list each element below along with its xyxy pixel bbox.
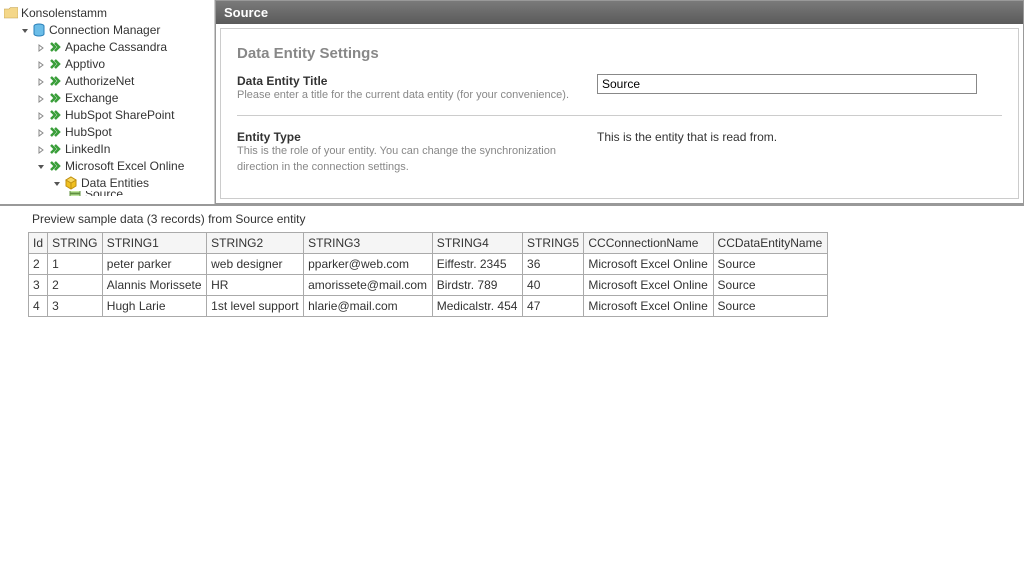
- table-cell: 47: [523, 296, 584, 317]
- tree-connector-label: HubSpot: [65, 125, 112, 139]
- tree-root[interactable]: Konsolenstamm: [4, 4, 214, 21]
- table-header-cell[interactable]: STRING1: [102, 233, 206, 254]
- connector-icon: [48, 91, 62, 105]
- tree-connector-item[interactable]: Apptivo: [4, 55, 214, 72]
- table-row[interactable]: 21peter parkerweb designerpparker@web.co…: [29, 254, 828, 275]
- table-header-cell[interactable]: CCConnectionName: [584, 233, 713, 254]
- chevron-down-icon[interactable]: [52, 178, 62, 188]
- tree-connector-item[interactable]: Microsoft Excel Online: [4, 157, 214, 174]
- table-cell: Microsoft Excel Online: [584, 296, 713, 317]
- connector-icon: [48, 142, 62, 156]
- tree-connector-label: Apache Cassandra: [65, 40, 167, 54]
- table-cell: 40: [523, 275, 584, 296]
- table-row[interactable]: 43Hugh Larie1st level supporthlarie@mail…: [29, 296, 828, 317]
- tree-connector-item[interactable]: HubSpot: [4, 123, 214, 140]
- preview-header: Preview sample data (3 records) from Sou…: [0, 206, 1024, 232]
- tree-data-entities[interactable]: Data Entities: [4, 174, 214, 191]
- cube-icon: [64, 176, 78, 190]
- db-icon: [32, 23, 46, 37]
- connector-icon: [48, 125, 62, 139]
- table-header-cell[interactable]: STRING3: [304, 233, 433, 254]
- table-cell: amorissete@mail.com: [304, 275, 433, 296]
- table-cell: Hugh Larie: [102, 296, 206, 317]
- tree-conn-mgr[interactable]: Connection Manager: [4, 21, 214, 38]
- tree-connector-item[interactable]: Apache Cassandra: [4, 38, 214, 55]
- preview-section: Preview sample data (3 records) from Sou…: [0, 205, 1024, 561]
- tree-root-label: Konsolenstamm: [21, 6, 107, 20]
- tree-connector-label: HubSpot SharePoint: [65, 108, 174, 122]
- table-row[interactable]: 32Alannis MorisseteHRamorissete@mail.com…: [29, 275, 828, 296]
- tree-source-label: Source: [85, 191, 123, 196]
- table-cell: Source: [713, 275, 827, 296]
- chevron-down-icon[interactable]: [20, 25, 30, 35]
- preview-table: IdSTRINGSTRING1STRING2STRING3STRING4STRI…: [28, 232, 828, 317]
- tree-connector-label: Exchange: [65, 91, 118, 105]
- table-cell: Microsoft Excel Online: [584, 254, 713, 275]
- chevron-right-icon[interactable]: [36, 93, 46, 103]
- table-cell: pparker@web.com: [304, 254, 433, 275]
- table-header-cell[interactable]: Id: [29, 233, 48, 254]
- table-header-cell[interactable]: STRING4: [432, 233, 522, 254]
- chevron-right-icon[interactable]: [36, 59, 46, 69]
- tree-source-item[interactable]: Source: [4, 191, 214, 196]
- table-cell: 2: [29, 254, 48, 275]
- folder-icon: [4, 6, 18, 20]
- tree-connector-item[interactable]: LinkedIn: [4, 140, 214, 157]
- table-cell: HR: [207, 275, 304, 296]
- chevron-right-icon[interactable]: [36, 144, 46, 154]
- table-header-cell[interactable]: CCDataEntityName: [713, 233, 827, 254]
- table-cell: 2: [48, 275, 103, 296]
- tree-connector-label: AuthorizeNet: [65, 74, 134, 88]
- table-header-cell[interactable]: STRING2: [207, 233, 304, 254]
- connector-icon: [48, 57, 62, 71]
- chevron-right-icon[interactable]: [36, 42, 46, 52]
- table-cell: peter parker: [102, 254, 206, 275]
- table-cell: Microsoft Excel Online: [584, 275, 713, 296]
- chevron-right-icon[interactable]: [36, 127, 46, 137]
- table-header-cell[interactable]: STRING: [48, 233, 103, 254]
- connector-icon: [48, 74, 62, 88]
- entity-icon: [68, 191, 82, 196]
- tree-connector-item[interactable]: AuthorizeNet: [4, 72, 214, 89]
- entity-type-label: Entity Type: [237, 130, 597, 144]
- section-title: Data Entity Settings: [237, 45, 1002, 62]
- tree-conn-mgr-label: Connection Manager: [49, 23, 160, 37]
- table-cell: Eiffestr. 2345: [432, 254, 522, 275]
- table-cell: 1: [48, 254, 103, 275]
- tree-panel: Konsolenstamm Connection Manager Apache …: [0, 0, 215, 204]
- content-panel: Source Data Entity Settings Data Entity …: [215, 0, 1024, 204]
- table-cell: 36: [523, 254, 584, 275]
- table-cell: Medicalstr. 454: [432, 296, 522, 317]
- tree-connector-item[interactable]: HubSpot SharePoint: [4, 106, 214, 123]
- table-cell: Source: [713, 254, 827, 275]
- table-cell: 3: [29, 275, 48, 296]
- chevron-right-icon[interactable]: [36, 110, 46, 120]
- table-cell: Source: [713, 296, 827, 317]
- chevron-right-icon[interactable]: [36, 76, 46, 86]
- tree-connector-item[interactable]: Exchange: [4, 89, 214, 106]
- entity-title-input[interactable]: [597, 74, 977, 94]
- chevron-down-icon[interactable]: [36, 161, 46, 171]
- table-cell: 3: [48, 296, 103, 317]
- entity-title-label: Data Entity Title: [237, 74, 597, 88]
- tree-connector-label: Microsoft Excel Online: [65, 159, 184, 173]
- entity-title-desc: Please enter a title for the current dat…: [237, 88, 597, 103]
- entity-type-desc: This is the role of your entity. You can…: [237, 144, 597, 175]
- table-cell: 1st level support: [207, 296, 304, 317]
- connector-icon: [48, 108, 62, 122]
- table-cell: Birdstr. 789: [432, 275, 522, 296]
- tree-connector-label: LinkedIn: [65, 142, 110, 156]
- connector-icon: [48, 159, 62, 173]
- tree-connector-label: Apptivo: [65, 57, 105, 71]
- entity-type-value: This is the entity that is read from.: [597, 130, 1002, 144]
- table-cell: web designer: [207, 254, 304, 275]
- table-cell: Alannis Morissete: [102, 275, 206, 296]
- tree-data-entities-label: Data Entities: [81, 176, 149, 190]
- table-cell: hlarie@mail.com: [304, 296, 433, 317]
- content-header: Source: [216, 1, 1023, 24]
- table-cell: 4: [29, 296, 48, 317]
- table-header-cell[interactable]: STRING5: [523, 233, 584, 254]
- connector-icon: [48, 40, 62, 54]
